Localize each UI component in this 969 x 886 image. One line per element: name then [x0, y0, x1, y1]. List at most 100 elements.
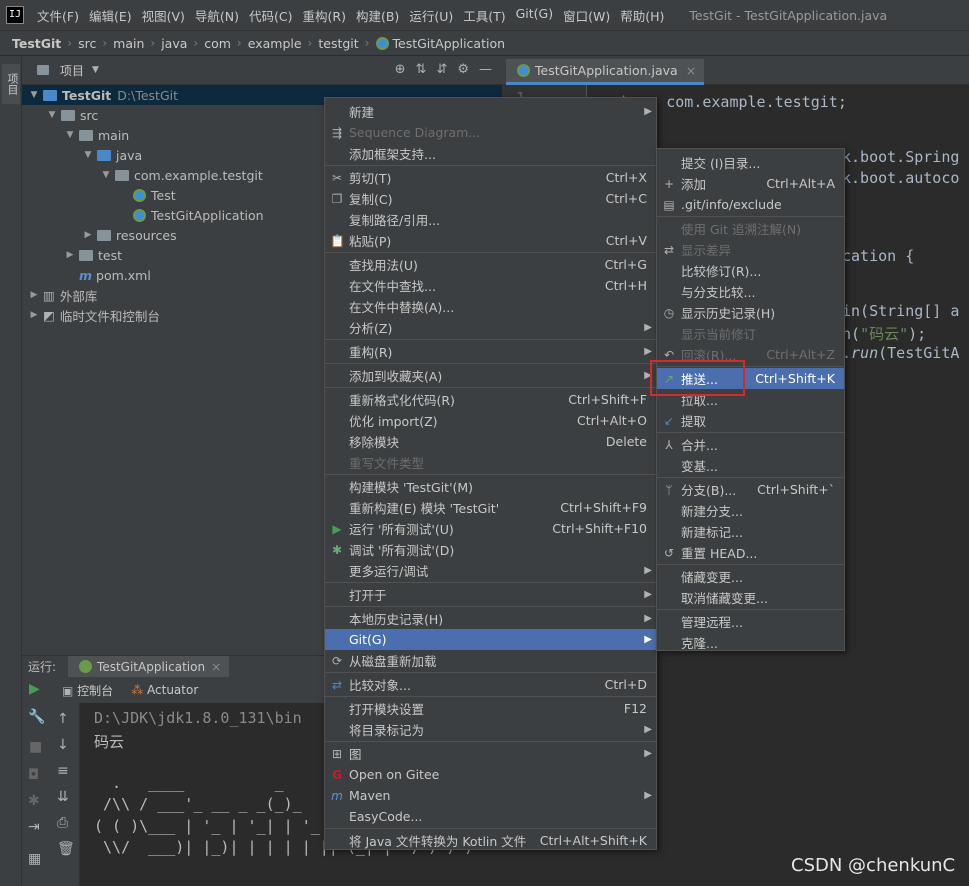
locate-icon[interactable]: ⊕ — [395, 62, 406, 77]
breadcrumb-item[interactable]: testgit — [318, 36, 358, 51]
menu-item-item-1[interactable]: + 添加 Ctrl+Alt+A — [657, 173, 844, 194]
menu-item-0[interactable]: 文件(F) — [32, 6, 84, 25]
chevron-right-icon[interactable]: ▶ — [82, 230, 94, 240]
menu-item-r[interactable]: 比较修订(R)... — [657, 260, 844, 281]
tab-testgitapplication[interactable]: TestGitApplication.java × — [506, 59, 705, 85]
menu-item-1[interactable]: 编辑(E) — [84, 6, 137, 25]
tab-actuator[interactable]: ⁂ Actuator — [131, 683, 198, 697]
chevron-down-icon[interactable]: ▼ — [64, 130, 76, 140]
menu-item-item-0[interactable]: 新建 ▶ — [325, 101, 656, 122]
arrow-down-icon[interactable]: ↓ — [57, 737, 69, 753]
menu-item-item-38[interactable]: 将目录标记为 ▶ — [325, 719, 656, 740]
menu-item-4[interactable]: 代码(C) — [244, 6, 297, 25]
menu-item-c[interactable]: ❐ 复制(C) Ctrl+C — [325, 188, 656, 209]
menu-item-git-info-exclude[interactable]: ▤ .git/info/exclude — [657, 194, 844, 215]
breadcrumb-item[interactable]: com — [204, 36, 231, 51]
menu-item-u[interactable]: ▶ 运行 '所有测试'(U) Ctrl+Shift+F10 — [325, 518, 656, 539]
menu-item-i[interactable]: 提交 (I)目录... — [657, 152, 844, 173]
menu-item-item-27[interactable]: 更多运行/调试 ▶ — [325, 560, 656, 581]
menu-item-item-33[interactable]: ⟳ 从磁盘重新加载 — [325, 650, 656, 671]
menu-item-item-14[interactable]: ↙ 提取 — [657, 410, 844, 431]
chevron-right-icon[interactable]: ▶ — [28, 310, 40, 320]
menu-item-item-20[interactable]: 移除模块 Delete — [325, 431, 656, 452]
exit-icon[interactable]: ⇥ — [28, 819, 40, 835]
print-icon[interactable]: ⎙ — [57, 815, 68, 831]
menu-item-item-35[interactable]: ⇄ 比较对象... Ctrl+D — [325, 674, 656, 695]
camera-icon[interactable]: ◘ — [28, 767, 39, 783]
project-tool-tab[interactable]: 项目 — [2, 64, 20, 104]
menu-item-r[interactable]: 重构(R) ▶ — [325, 341, 656, 362]
menu-item-item-29[interactable]: 打开于 ▶ — [325, 584, 656, 605]
menu-item-6[interactable]: 构建(B) — [351, 6, 404, 25]
chevron-down-icon[interactable]: ▼ — [100, 170, 112, 180]
chevron-right-icon[interactable]: ▶ — [64, 250, 76, 260]
menu-item-item-21[interactable]: 新建标记... — [657, 521, 844, 542]
menu-item-import-z[interactable]: 优化 import(Z) Ctrl+Alt+O — [325, 410, 656, 431]
chevron-down-icon[interactable]: ▼ — [82, 150, 94, 160]
menu-item-head[interactable]: ↺ 重置 HEAD... — [657, 542, 844, 563]
chevron-down-icon[interactable]: ▼ — [92, 65, 99, 75]
menu-item-u[interactable]: 查找用法(U) Ctrl+G — [325, 254, 656, 275]
menu-item-easycode[interactable]: EasyCode... — [325, 806, 656, 827]
menu-item-z[interactable]: 分析(Z) ▶ — [325, 317, 656, 338]
chevron-down-icon[interactable]: ▼ — [28, 90, 40, 100]
close-icon[interactable]: × — [211, 660, 221, 674]
minimize-icon[interactable]: — — [479, 62, 492, 77]
menu-item-d[interactable]: ✱ 调试 '所有测试'(D) — [325, 539, 656, 560]
menu-item-t[interactable]: ✂ 剪切(T) Ctrl+X — [325, 167, 656, 188]
menu-item-item-40[interactable]: ⊞ 图 ▶ — [325, 743, 656, 764]
menu-item-item-7[interactable]: 与分支比较... — [657, 281, 844, 302]
breadcrumb-item[interactable]: TestGit — [12, 36, 61, 51]
rerun-icon[interactable]: ▶ — [29, 681, 40, 697]
project-panel-title[interactable]: 项目 — [60, 62, 84, 79]
menu-item-11[interactable]: 帮助(H) — [615, 6, 669, 25]
menu-item-maven[interactable]: m Maven ▶ — [325, 785, 656, 806]
menu-item-item-10[interactable]: 在文件中查找... Ctrl+H — [325, 275, 656, 296]
run-tab[interactable]: TestGitApplication × — [68, 655, 230, 678]
wrench-icon[interactable]: 🔧 — [28, 709, 45, 725]
breadcrumb-item[interactable]: TestGitApplication — [393, 36, 506, 51]
menu-item-item-28[interactable]: 克隆... — [657, 632, 844, 653]
layout-icon[interactable]: ▦ — [28, 851, 41, 867]
soft-wrap-icon[interactable]: ≡ — [57, 763, 69, 779]
menu-item-a[interactable]: 添加到收藏夹(A) ▶ — [325, 365, 656, 386]
breadcrumb-item[interactable]: java — [161, 36, 187, 51]
gear-icon[interactable]: ⚙ — [457, 62, 469, 77]
menu-item-open-on-gitee[interactable]: G Open on Gitee — [325, 764, 656, 785]
close-icon[interactable]: × — [686, 63, 696, 78]
menu-item-b[interactable]: ᛘ 分支(B)... Ctrl+Shift+` — [657, 479, 844, 500]
menu-item-item-27[interactable]: 管理远程... — [657, 611, 844, 632]
chevron-right-icon[interactable]: ▶ — [28, 290, 40, 300]
menu-item-2[interactable]: 视图(V) — [137, 6, 190, 25]
menu-item-testgit-m[interactable]: 构建模块 'TestGit'(M) — [325, 476, 656, 497]
menu-item-h[interactable]: 本地历史记录(H) ▶ — [325, 608, 656, 629]
stop-icon[interactable]: ■ — [29, 739, 42, 755]
chevron-down-icon[interactable]: ▼ — [46, 110, 58, 120]
menu-item-git-g[interactable]: Git(G) ▶ — [325, 629, 656, 650]
menu-item-item-37[interactable]: 打开模块设置 F12 — [325, 698, 656, 719]
expand-all-icon[interactable]: ⇅ — [416, 62, 427, 77]
menu-item-java-kotlin[interactable]: 将 Java 文件转换为 Kotlin 文件 Ctrl+Alt+Shift+K — [325, 830, 656, 851]
menu-item-10[interactable]: 窗口(W) — [558, 6, 615, 25]
menu-item-9[interactable]: Git(G) — [511, 6, 559, 25]
menu-item-5[interactable]: 重构(R) — [298, 6, 351, 25]
arrow-up-icon[interactable]: ↑ — [57, 711, 69, 727]
menu-item-e-testgit[interactable]: 重新构建(E) 模块 'TestGit' Ctrl+Shift+F9 — [325, 497, 656, 518]
breadcrumb-item[interactable]: src — [78, 36, 96, 51]
menu-item-item-16[interactable]: ⅄ 合并... — [657, 434, 844, 455]
menu-item-item-17[interactable]: 变基... — [657, 455, 844, 476]
menu-item-item-2[interactable]: 添加框架支持... — [325, 143, 656, 164]
collapse-all-icon[interactable]: ⇵ — [436, 62, 447, 77]
bug-icon[interactable]: ✱ — [28, 793, 40, 809]
scroll-end-icon[interactable]: ⇊ — [57, 789, 69, 805]
menu-item-h[interactable]: ◷ 显示历史记录(H) — [657, 302, 844, 323]
menu-item-item-24[interactable]: 储藏变更... — [657, 566, 844, 587]
menu-item-item-25[interactable]: 取消储藏变更... — [657, 587, 844, 608]
tab-console[interactable]: ▣ 控制台 — [62, 682, 113, 699]
menu-item-3[interactable]: 导航(N) — [190, 6, 244, 25]
menu-item-r[interactable]: 重新格式化代码(R) Ctrl+Shift+F — [325, 389, 656, 410]
menu-item-7[interactable]: 运行(U) — [404, 6, 458, 25]
menu-item-a[interactable]: 在文件中替换(A)... — [325, 296, 656, 317]
menu-item-item-20[interactable]: 新建分支... — [657, 500, 844, 521]
menu-item-item-6[interactable]: 复制路径/引用... — [325, 209, 656, 230]
